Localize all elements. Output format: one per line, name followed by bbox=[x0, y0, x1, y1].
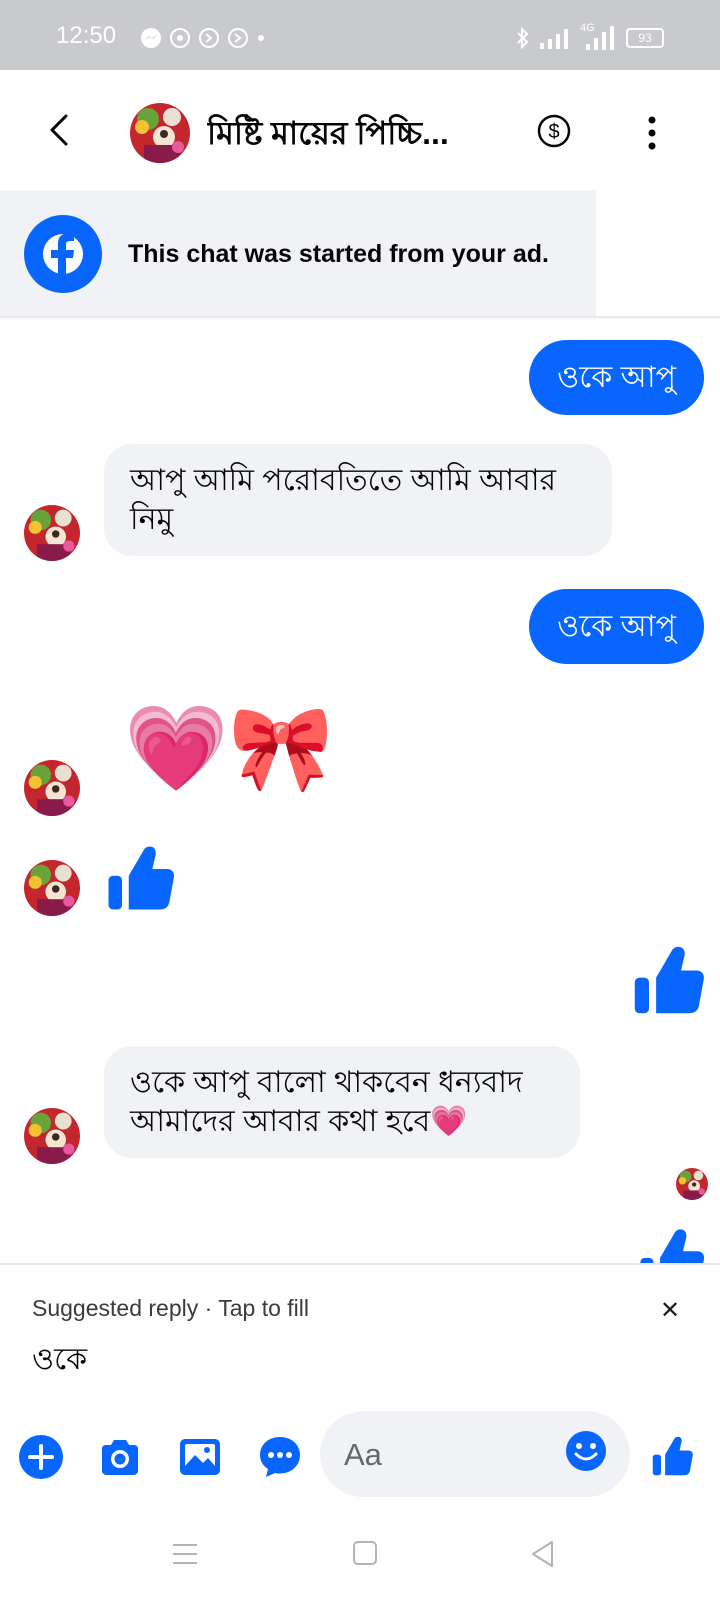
signal-4g-icon: 4G bbox=[580, 22, 616, 50]
notification-icons bbox=[140, 26, 266, 50]
message-line: ওকে আপু বালো থাকবেন ধন্যবাদ bbox=[130, 1066, 523, 1099]
back-button[interactable] bbox=[40, 110, 76, 150]
missed-call-icon bbox=[228, 28, 248, 48]
back-icon[interactable] bbox=[530, 1540, 554, 1568]
dollar-circle-icon[interactable]: $ bbox=[537, 114, 571, 148]
ad-banner-text: This chat was started from your ad. bbox=[128, 240, 549, 268]
missed-call-icon bbox=[199, 28, 219, 48]
sender-avatar[interactable] bbox=[24, 760, 80, 816]
recents-icon[interactable] bbox=[172, 1542, 198, 1566]
svg-text:$: $ bbox=[548, 121, 559, 143]
message-outgoing[interactable]: ওকে আপু bbox=[529, 340, 704, 415]
whatsapp-icon bbox=[170, 28, 190, 48]
message-line: নিমু bbox=[130, 503, 174, 536]
sender-avatar[interactable] bbox=[24, 860, 80, 916]
status-time: 12:50 bbox=[56, 22, 117, 49]
emoji-message[interactable]: 💗🎀 bbox=[124, 700, 333, 796]
bluetooth-icon bbox=[517, 26, 529, 50]
message-outgoing[interactable]: ওকে আপু bbox=[529, 589, 704, 664]
close-icon[interactable]: ✕ bbox=[660, 1296, 680, 1325]
sender-avatar[interactable] bbox=[24, 505, 80, 561]
seen-avatar bbox=[676, 1168, 708, 1200]
more-vertical-icon[interactable] bbox=[646, 116, 658, 150]
thumbs-up-icon[interactable] bbox=[636, 1225, 706, 1263]
dot-icon bbox=[258, 35, 264, 41]
contact-avatar[interactable] bbox=[130, 103, 190, 163]
thumbs-up-icon[interactable] bbox=[104, 842, 176, 914]
message-incoming[interactable]: আপু আমি পরোবতিতে আমি আবার নিমু bbox=[104, 444, 612, 556]
sender-avatar[interactable] bbox=[24, 1108, 80, 1164]
messenger-icon bbox=[141, 28, 161, 48]
ad-banner-shadow bbox=[0, 316, 720, 320]
facebook-logo-icon bbox=[24, 215, 102, 293]
camera-icon[interactable] bbox=[96, 1433, 144, 1481]
chat-bubble-icon[interactable] bbox=[256, 1433, 304, 1481]
message-input-placeholder: Aa bbox=[344, 1437, 382, 1472]
gallery-icon[interactable] bbox=[176, 1433, 224, 1481]
message-clipped bbox=[636, 1225, 716, 1263]
suggested-reply-label: Suggested reply · Tap to fill bbox=[32, 1295, 310, 1321]
signal-icon bbox=[540, 29, 568, 49]
system-icons: 4G 93 bbox=[516, 22, 664, 50]
emoji-icon[interactable] bbox=[565, 1430, 607, 1472]
thumbs-up-icon[interactable] bbox=[650, 1434, 694, 1478]
divider bbox=[0, 1263, 720, 1265]
battery-icon: 93 bbox=[626, 28, 664, 48]
suggested-reply-text[interactable]: ওকে bbox=[32, 1335, 87, 1386]
message-line: আপু আমি পরোবতিতে আমি আবার bbox=[130, 464, 557, 497]
message-line: আমাদের আবার কথা হবে💗 bbox=[130, 1105, 468, 1138]
contact-name[interactable]: মিষ্টি মায়ের পিচ্চি... bbox=[207, 108, 492, 162]
plus-icon[interactable] bbox=[17, 1433, 65, 1481]
message-incoming[interactable]: ওকে আপু বালো থাকবেন ধন্যবাদ আমাদের আবার … bbox=[104, 1046, 580, 1158]
home-icon[interactable] bbox=[352, 1540, 378, 1566]
thumbs-up-icon[interactable] bbox=[630, 942, 706, 1018]
